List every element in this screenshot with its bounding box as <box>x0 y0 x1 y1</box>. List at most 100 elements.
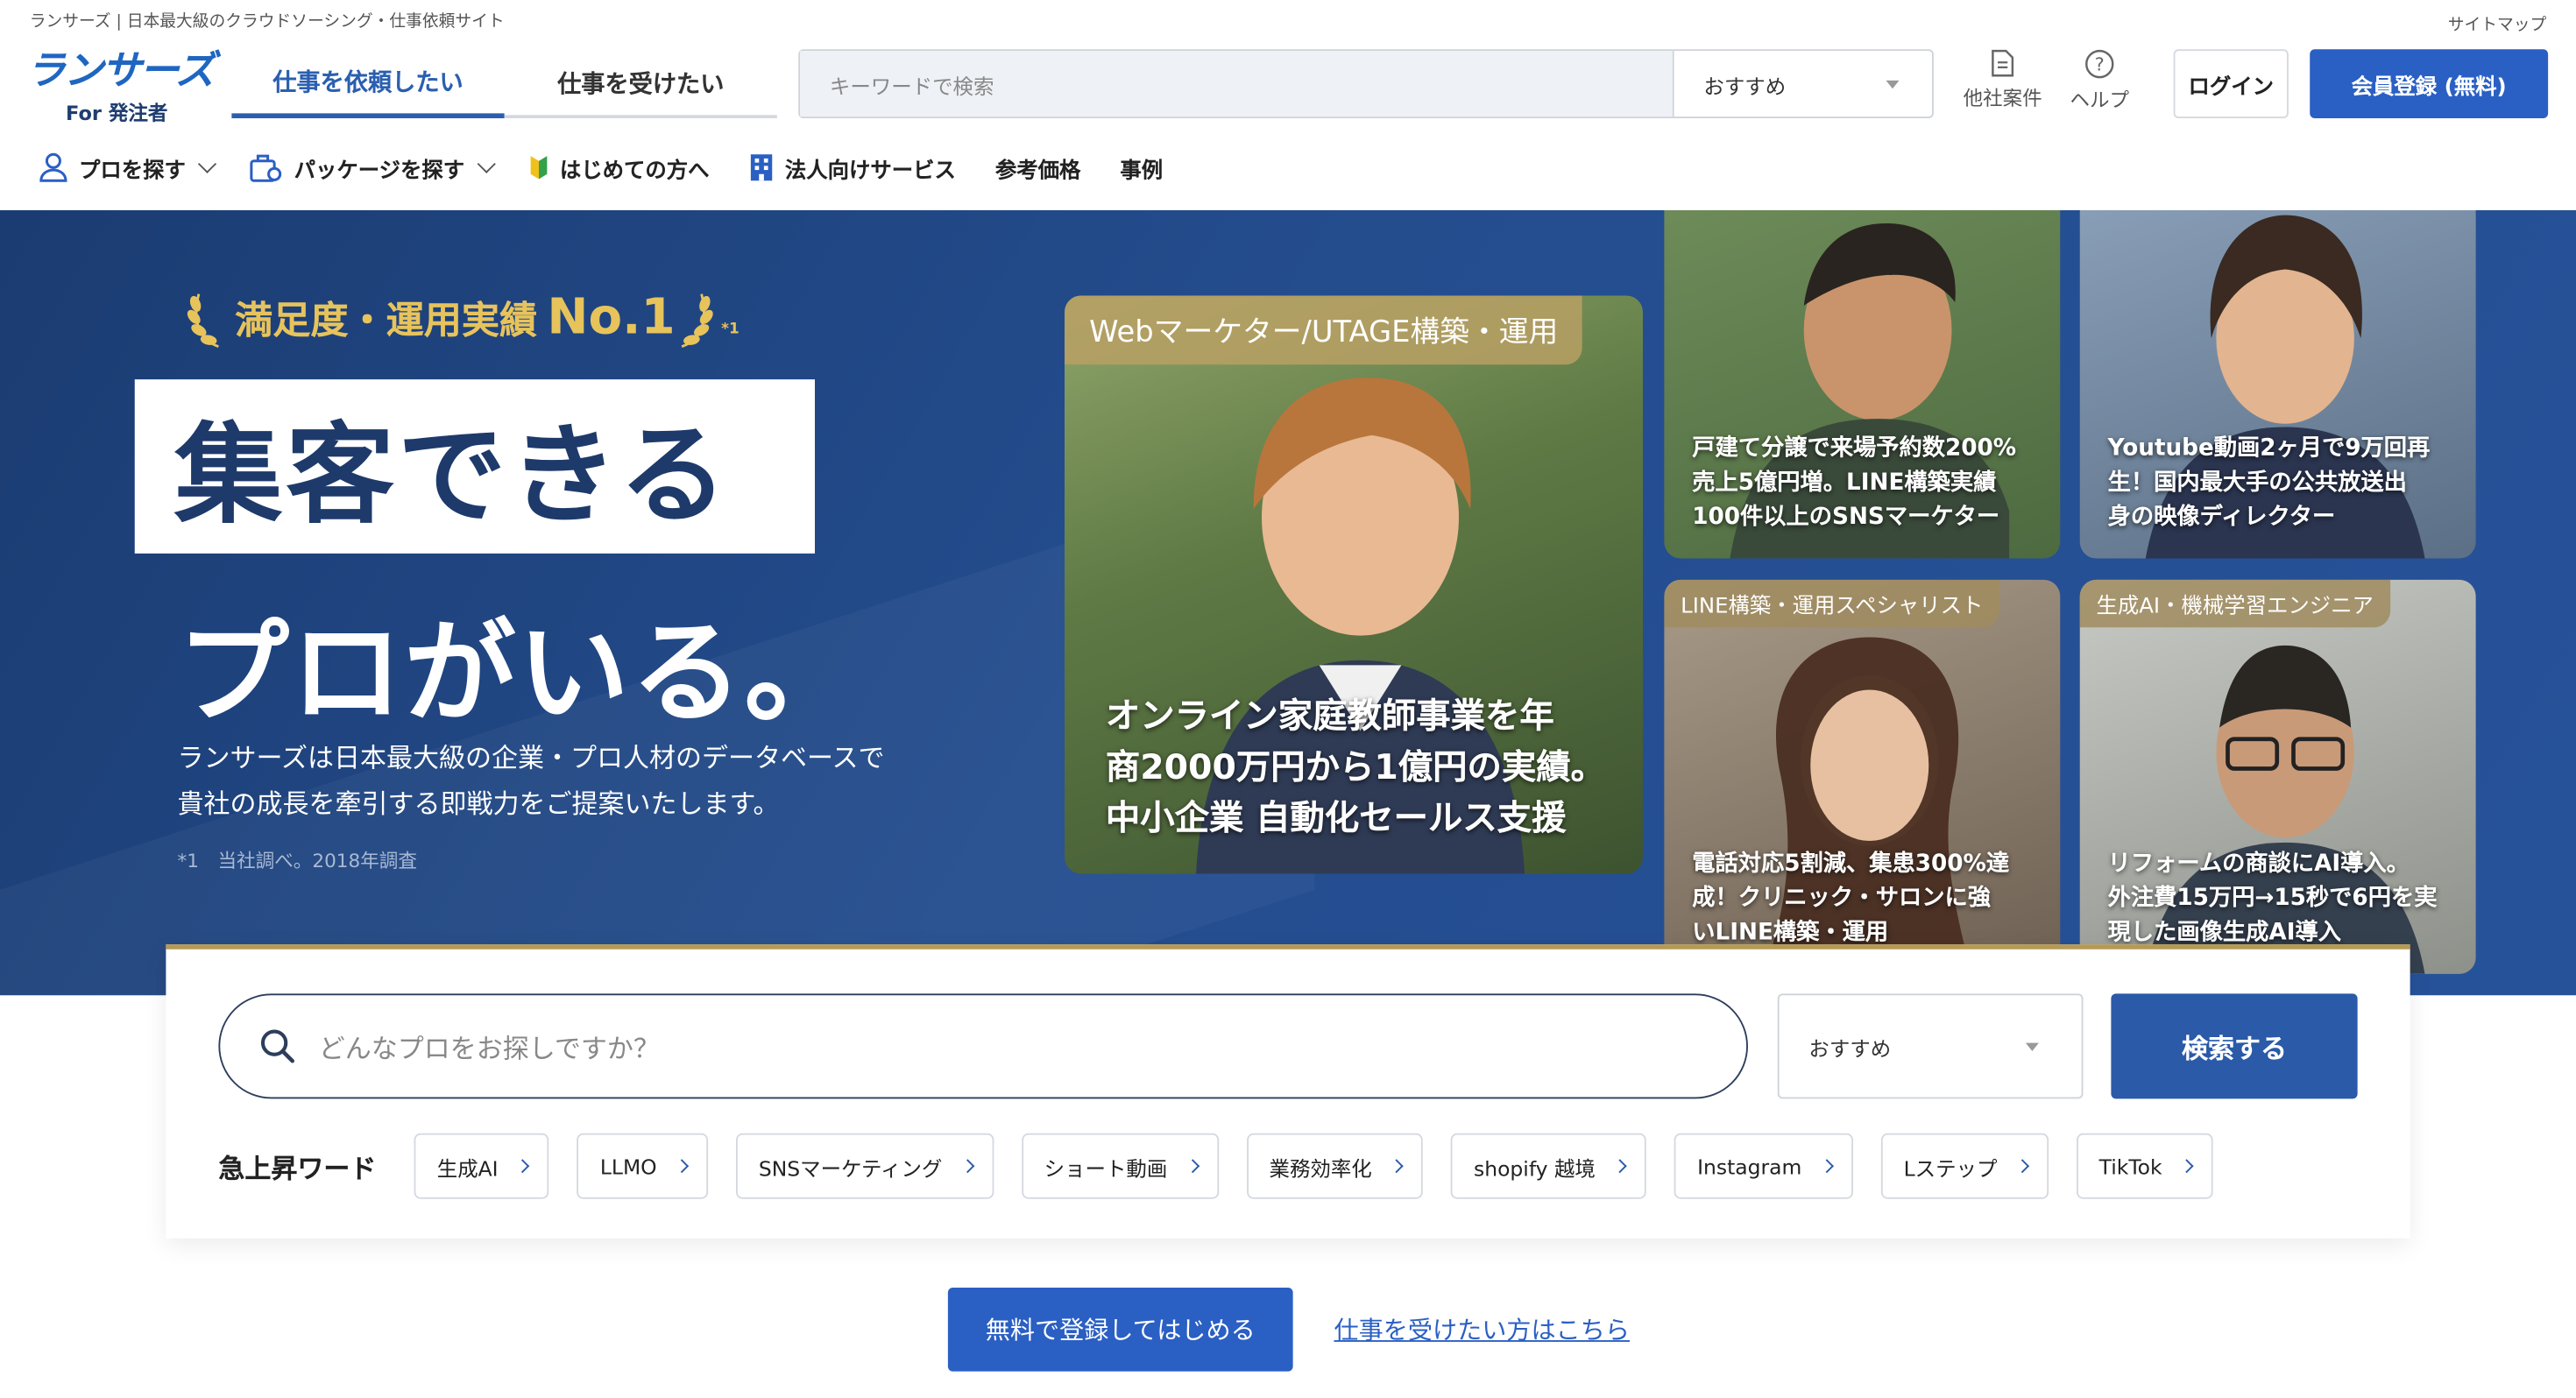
card-caption: 電話対応5割減、集患300%達 成！クリニック・サロンに強 いLINE構築・運用 <box>1692 848 2041 951</box>
trend-chip[interactable]: ショート動画 <box>1021 1133 1219 1199</box>
header-search: キーワードで検索 おすすめ <box>798 49 1934 118</box>
document-icon <box>1992 49 2014 77</box>
nav-pricing[interactable]: 参考価格 <box>995 152 1081 183</box>
caption-line: 100件以上のSNSマーケター <box>1692 504 2000 531</box>
chip-label: 生成AI <box>436 1155 499 1181</box>
pro-card-3[interactable]: LINE構築・運用スペシャリスト 電話対応5割減、集患300%達 成！クリニック… <box>1664 579 2061 974</box>
chip-label: SNSマーケティング <box>758 1155 943 1181</box>
logo-subtitle: For 発注者 <box>66 102 168 125</box>
caret-down-icon <box>2025 1041 2039 1051</box>
chevron-down-icon <box>197 154 217 173</box>
pro-search-input[interactable]: どんなプロをお探しですか？ <box>218 993 1748 1099</box>
site-tagline: ランサーズ | 日本最大級のクラウドソーシング・仕事依頼サイト <box>29 13 505 32</box>
pro-card-featured[interactable]: Webマーケター/UTAGE構築・運用 オンライン家庭教師事業を年 商2000万… <box>1065 295 1643 874</box>
nav-beginners[interactable]: はじめての方へ <box>528 152 710 184</box>
chip-label: LLMO <box>599 1154 657 1179</box>
tab-client[interactable]: 仕事を依頼したい <box>231 49 505 118</box>
laurel-right-icon <box>681 293 713 348</box>
beginner-mark-icon <box>530 156 547 180</box>
caption-line: 成！クリニック・サロンに強 <box>1692 885 1992 912</box>
pro-card-1[interactable]: 戸建て分譲で来場予約数200% 売上5億円増。LINE構築実績 100件以上のS… <box>1664 210 2061 559</box>
trending-words-label: 急上昇ワード <box>218 1153 377 1184</box>
chip-label: shopify 越境 <box>1474 1155 1596 1181</box>
lancers-logo[interactable]: ランサーズ For 発注者 <box>26 49 223 131</box>
caption-line: 商2000万円から1億円の実績。 <box>1105 747 1605 787</box>
caret-down-icon <box>1886 79 1900 88</box>
trend-chip[interactable]: 生成AI <box>414 1133 549 1199</box>
pro-card-2[interactable]: Youtube動画2ヶ月で9万回再 生！国内最大手の公共放送出 身の映像ディレク… <box>2079 210 2476 559</box>
nav-find-package[interactable]: パッケージを探す <box>250 152 496 184</box>
headline-box: 集客できる <box>134 379 815 554</box>
nav-find-package-label: パッケージを探す <box>294 158 465 184</box>
help-icon: ? <box>2085 49 2114 79</box>
card-caption: リフォームの商談にAI導入。 外注費15万円→15秒で6円を実 現した画像生成A… <box>2108 848 2457 951</box>
user-icon <box>39 152 67 182</box>
caption-line: リフォームの商談にAI導入。 <box>2107 851 2410 878</box>
nav-find-pro-label: プロを探す <box>79 158 186 184</box>
nav-cases[interactable]: 事例 <box>1120 152 1163 183</box>
trend-chip[interactable]: 業務効率化 <box>1246 1133 1423 1199</box>
search-panel: どんなプロをお探しですか？ おすすめ 検索する 急上昇ワード 生成AI LLMO… <box>166 944 2410 1239</box>
caption-line: 外注費15万円→15秒で6円を実 <box>2107 885 2438 912</box>
award-number: No.1 <box>547 288 676 346</box>
sub-navigation: プロを探す パッケージを探す はじめての方へ 法人向けサービス 参考価格 事例 <box>39 148 1202 187</box>
chevron-right-icon <box>515 1159 530 1174</box>
caption-line: 中小企業 自動化セールス支援 <box>1105 798 1567 838</box>
chip-label: Instagram <box>1697 1154 1802 1179</box>
pro-search-select-value: おすすめ <box>1808 1035 1892 1061</box>
chip-label: ショート動画 <box>1044 1155 1168 1181</box>
nav-beginners-label: はじめての方へ <box>559 158 710 184</box>
nav-corporate-label: 法人向けサービス <box>784 158 956 184</box>
nav-find-pro[interactable]: プロを探す <box>39 152 217 184</box>
hero-description-line-1: ランサーズは日本最大級の企業・プロ人材のデータベースで <box>177 742 885 774</box>
card-category-tag: LINE構築・運用スペシャリスト <box>1664 579 2000 628</box>
card-category-tag: Webマーケター/UTAGE構築・運用 <box>1065 295 1583 365</box>
chevron-down-icon <box>477 154 496 173</box>
trend-chip[interactable]: TikTok <box>2076 1133 2213 1199</box>
login-button[interactable]: ログイン <box>2173 49 2289 118</box>
trend-chip[interactable]: shopify 越境 <box>1450 1133 1646 1199</box>
hero-description-line-2: 貴社の成長を牽引する即戦力をご提案いたします。 <box>177 788 780 820</box>
tab-worker[interactable]: 仕事を受けたい <box>504 49 777 118</box>
other-jobs-link[interactable]: 他社案件 <box>1964 49 2042 111</box>
sitemap-link[interactable]: サイトマップ <box>2448 10 2547 35</box>
trend-chip[interactable]: SNSマーケティング <box>735 1133 994 1199</box>
pro-search-select[interactable]: おすすめ <box>1777 993 2084 1099</box>
caption-line: 売上5億円増。LINE構築実績 <box>1692 470 1997 497</box>
help-label: ヘルプ <box>2070 88 2130 112</box>
pro-card-4[interactable]: 生成AI・機械学習エンジニア リフォームの商談にAI導入。 外注費15万円→15… <box>2079 579 2476 974</box>
card-caption: Youtube動画2ヶ月で9万回再 生！国内最大手の公共放送出 身の映像ディレク… <box>2108 432 2457 535</box>
trend-chip[interactable]: Instagram <box>1674 1133 1853 1199</box>
trend-chip[interactable]: Lステップ <box>1880 1133 2049 1199</box>
chip-label: 業務効率化 <box>1269 1155 1372 1181</box>
caption-line: 電話対応5割減、集患300%達 <box>1692 851 2010 878</box>
header-select-value: おすすめ <box>1703 73 1787 98</box>
trend-chip[interactable]: LLMO <box>577 1133 708 1199</box>
nav-corporate[interactable]: 法人向けサービス <box>749 152 956 183</box>
chevron-right-icon <box>1389 1159 1404 1174</box>
help-link[interactable]: ? ヘルプ <box>2070 49 2130 113</box>
card-category-tag: 生成AI・機械学習エンジニア <box>2079 579 2390 628</box>
other-jobs-label: 他社案件 <box>1963 87 2042 110</box>
svg-text:?: ? <box>2095 54 2105 75</box>
worker-signup-link[interactable]: 仕事を受けたい方はこちら <box>1334 1312 1631 1346</box>
free-register-button[interactable]: 無料で登録してはじめる <box>947 1288 1293 1372</box>
header-search-input[interactable]: キーワードで検索 <box>800 51 1673 117</box>
caption-line: 戸建て分譲で来場予約数200% <box>1692 434 2017 462</box>
headline-line-2: プロがいる。 <box>177 609 858 739</box>
trending-words: 生成AI LLMO SNSマーケティング ショート動画 業務効率化 shopif… <box>414 1133 2241 1199</box>
hero-description: ランサーズは日本最大級の企業・プロ人材のデータベースで 貴社の成長を牽引する即戦… <box>178 736 885 828</box>
chevron-right-icon <box>1613 1159 1627 1174</box>
award-badge: 満足度・運用実績 No.1 *1 <box>186 284 740 350</box>
package-icon <box>250 154 282 182</box>
pro-search-placeholder: どんなプロをお探しですか？ <box>318 1033 660 1064</box>
laurel-left-icon <box>187 293 219 348</box>
search-button[interactable]: 検索する <box>2111 993 2358 1099</box>
header-search-select[interactable]: おすすめ <box>1672 51 1932 117</box>
caption-line: Youtube動画2ヶ月で9万回再 <box>2107 434 2431 462</box>
building-icon <box>750 154 772 181</box>
chevron-right-icon <box>1819 1159 1834 1174</box>
hero-banner: 満足度・運用実績 No.1 *1 集客できる プロがいる。 ランサーズは日本最大… <box>0 210 2576 996</box>
caption-line: 生！国内最大手の公共放送出 <box>2107 470 2407 497</box>
register-button[interactable]: 会員登録 (無料) <box>2310 49 2549 118</box>
